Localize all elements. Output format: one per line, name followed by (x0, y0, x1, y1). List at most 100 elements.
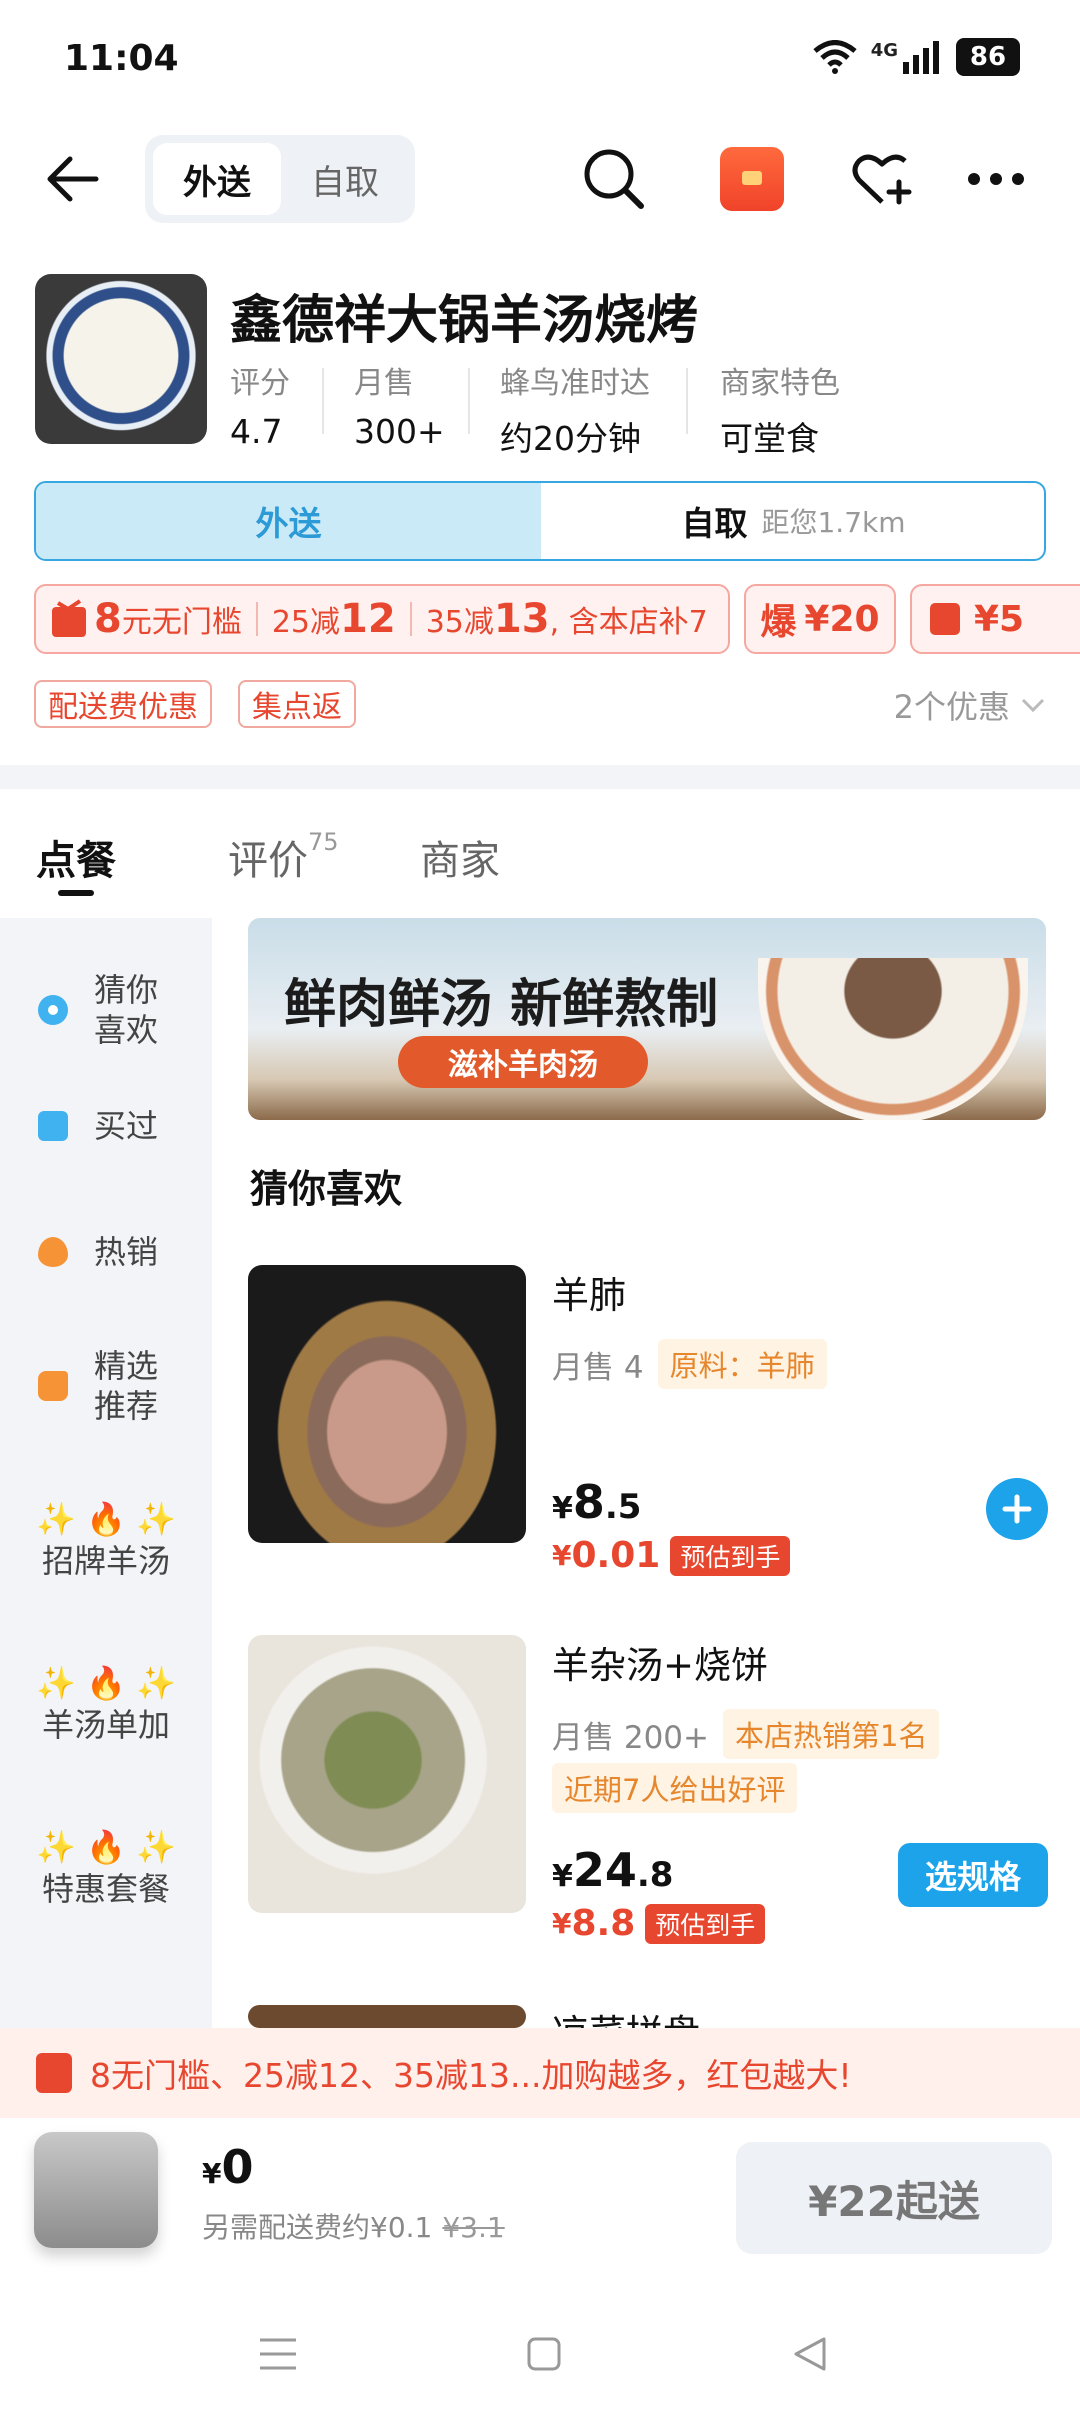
select-spec-button[interactable]: 选规格 (898, 1843, 1048, 1907)
tab-delivery[interactable]: 外送 (153, 143, 281, 215)
stat-rating: 评分 4.7 (230, 358, 290, 451)
sidebar-item-label: 羊汤单加 (41, 1706, 170, 1744)
price-int: 24 (572, 1843, 637, 1897)
eye-icon (38, 995, 68, 1025)
sidebar-item-set-meal[interactable]: ✨ 🔥 ✨ 特惠套餐 (0, 1826, 212, 1910)
sidebar-item-hot[interactable]: 热销 (0, 1222, 212, 1282)
divider (468, 368, 470, 434)
cart-icon[interactable] (34, 2132, 158, 2248)
sidebar-item-label: 精选推荐 (94, 1347, 159, 1425)
more-button[interactable] (960, 143, 1032, 215)
redpacket-coupon[interactable]: ¥5 (910, 584, 1080, 654)
divider (686, 368, 688, 434)
back-triangle-icon (794, 2337, 826, 2371)
banner-title: 鲜肉鲜汤 新鲜熬制 (284, 975, 719, 1035)
cart-total: ¥0 (202, 2140, 254, 2194)
discount1-prefix: 25减 (271, 605, 341, 640)
promo-banner[interactable]: 鲜肉鲜汤 新鲜熬制 滋补羊肉汤 (248, 918, 1046, 1120)
stat-label: 月售 (354, 366, 414, 401)
item-price: ¥24.8 (552, 1843, 673, 1897)
sidebar-item-featured[interactable]: 精选推荐 (0, 1336, 212, 1436)
price-dec: .8 (636, 1855, 674, 1895)
coupon-icon (52, 599, 86, 637)
offers-link[interactable]: 2个优惠 (894, 682, 1046, 728)
back-arrow-icon (47, 156, 99, 202)
tag-points[interactable]: 集点返 (238, 680, 356, 728)
discount1-amount: 12 (340, 596, 396, 642)
menu-nav-button[interactable] (256, 2332, 300, 2376)
menu-icon (260, 2338, 296, 2370)
add-to-cart-button[interactable] (986, 1478, 1048, 1540)
wifi-icon (813, 40, 857, 74)
red-packet-button[interactable] (716, 143, 788, 215)
coupon-banner[interactable]: 8无门槛、25减12、35减13...加购越多，红包越大! (0, 2028, 1080, 2118)
red-packet-icon (36, 2053, 72, 2093)
item-image[interactable] (248, 1265, 526, 1543)
back-button[interactable] (40, 147, 104, 211)
promo-row: 8 元无门槛 25减 12 35减 13 , 含本店补7 爆 ¥20 ¥5 (34, 584, 1080, 654)
pickup-distance: 距您1.7km (761, 506, 906, 539)
sidebar-item-bought[interactable]: 买过 (0, 1096, 212, 1156)
menu-item[interactable]: 羊肺 月售 4 原料：羊肺 ¥8.5 ¥0.01 预估到手 (248, 1265, 1048, 1576)
tag-delivery-fee[interactable]: 配送费优惠 (34, 680, 212, 728)
system-nav-bar (0, 2290, 1080, 2412)
category-sidebar: 猜你喜欢 买过 热销 精选推荐 ✨ 🔥 ✨ 招牌羊汤 ✨ 🔥 ✨ 羊汤单加 ✨ … (0, 918, 212, 2028)
price-dec: .5 (604, 1487, 642, 1527)
tab-reviews[interactable]: 评价75 (228, 828, 339, 886)
mode-pickup[interactable]: 自取 距您1.7km (541, 483, 1044, 559)
sidebar-item-label: 招牌羊汤 (41, 1542, 170, 1580)
soup-bowl-image (758, 958, 1028, 1120)
delivery-fee: 另需配送费约¥0.1 ¥3.1 (202, 2206, 505, 2246)
checkout-button[interactable]: ¥22起送 (736, 2142, 1052, 2254)
item-image[interactable] (248, 1635, 526, 1913)
tab-pickup[interactable]: 自取 (281, 143, 409, 215)
menu-item[interactable]: 羊杂汤+烧饼 月售 200+ 本店热销第1名 近期7人给出好评 ¥24.8 ¥8… (248, 1635, 1048, 1955)
item-price: ¥8.5 (552, 1475, 641, 1529)
tab-order[interactable]: 点餐 (36, 828, 116, 886)
network-type: 4G (870, 39, 898, 61)
stat-monthly-sales: 月售 300+ (354, 358, 445, 451)
content-tabs: 点餐 评价75 商家 (0, 790, 1080, 920)
sidebar-item-guess[interactable]: 猜你喜欢 (0, 960, 212, 1060)
mode-pickup-label: 自取 (681, 504, 748, 543)
store-name: 鑫德祥大锅羊汤烧烤 (230, 291, 699, 351)
back-nav-button[interactable] (788, 2332, 832, 2376)
threshold-text: 元无门槛 (121, 605, 242, 640)
tab-reviews-label: 评价 (228, 838, 308, 884)
home-nav-button[interactable] (522, 2332, 566, 2376)
favorite-button[interactable] (846, 143, 918, 215)
sidebar-item-signature-soup[interactable]: ✨ 🔥 ✨ 招牌羊汤 (0, 1498, 212, 1582)
stat-label: 评分 (230, 366, 290, 401)
sidebar-item-label: 买过 (94, 1107, 159, 1145)
delivery-fee-text: 另需配送费约¥0.1 (202, 2211, 433, 2244)
menu-item-partial[interactable]: 凉菜拼盘 (248, 2005, 1048, 2028)
item-sales: 月售 4 (552, 1349, 644, 1386)
item-name: 凉菜拼盘 (552, 2005, 700, 2028)
stat-value: 4.7 (230, 412, 283, 451)
item-image[interactable] (248, 2005, 526, 2028)
delivery-fee-original: ¥3.1 (442, 2211, 505, 2244)
sidebar-item-soup-addon[interactable]: ✨ 🔥 ✨ 羊汤单加 (0, 1662, 212, 1746)
tab-merchant[interactable]: 商家 (420, 828, 500, 886)
threshold-amount: 8 (94, 596, 122, 642)
store-thumbnail[interactable] (35, 274, 207, 444)
yen-symbol: ¥ (552, 1907, 572, 1940)
item-tag-review: 近期7人给出好评 (552, 1763, 798, 1813)
stat-label: 蜂鸟准时达 (500, 366, 650, 401)
section-divider (0, 765, 1080, 789)
fulfillment-mode-toggle: 外送 自取 距您1.7km (34, 481, 1046, 561)
status-bar: 11:04 4G 86 (0, 0, 1080, 125)
discount2-prefix: 35减 (425, 605, 494, 640)
hot-coupon[interactable]: 爆 ¥20 (744, 584, 896, 654)
reviews-count: 75 (308, 828, 339, 856)
banner-subtitle: 滋补羊肉汤 (398, 1036, 648, 1088)
discount-coupon[interactable]: 8 元无门槛 25减 12 35减 13 , 含本店补7 (34, 584, 730, 654)
sparkle-fire-icon: ✨ 🔥 ✨ (36, 1828, 176, 1866)
mode-delivery[interactable]: 外送 (36, 483, 541, 559)
more-dots-icon (968, 173, 1024, 185)
est-label: 预估到手 (670, 1535, 791, 1576)
item-sales-row: 月售 200+ 本店热销第1名 (552, 1709, 940, 1759)
search-button[interactable] (578, 143, 650, 215)
home-square-icon (527, 2337, 561, 2371)
price-yen: ¥ (552, 1491, 573, 1526)
